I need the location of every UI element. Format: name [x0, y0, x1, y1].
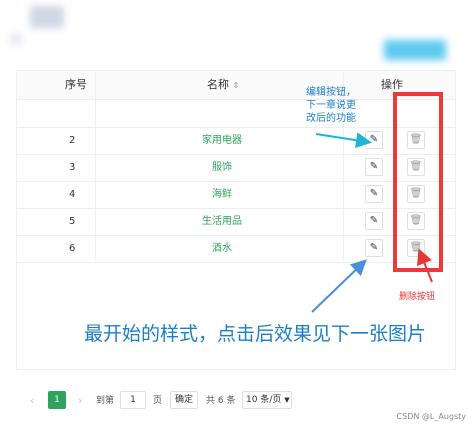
blurred-button	[384, 40, 446, 60]
pencil-icon: ✎	[369, 134, 379, 145]
table-row: 5 生活用品 ✎ 🗑	[17, 208, 455, 236]
pencil-icon: ✎	[369, 161, 379, 172]
row-name: 生活用品	[202, 216, 242, 227]
page-unit: 页	[153, 396, 163, 406]
blurred-logo	[30, 6, 64, 28]
row-name: 海鲜	[212, 189, 232, 200]
sort-icon[interactable]: ⇕	[233, 81, 240, 90]
table-row: 6 酒水 ✎ 🗑	[17, 235, 455, 263]
confirm-button[interactable]: 确定	[170, 391, 198, 409]
header-seq: 序号	[65, 78, 87, 91]
header-name-label: 名称	[207, 78, 229, 91]
row-seq: 4	[69, 189, 76, 200]
edit-button[interactable]: ✎	[365, 239, 383, 257]
row-name	[167, 100, 277, 127]
delete-column-highlight	[393, 92, 443, 272]
current-page[interactable]: 1	[48, 391, 66, 409]
row-name: 酒水	[212, 243, 232, 254]
delete-note: 删除按钮	[399, 292, 436, 302]
table-row	[17, 100, 455, 128]
edit-note: 编辑按钮，下一章说更改后的功能	[306, 87, 356, 124]
prev-page-button[interactable]: ‹	[30, 392, 34, 410]
page-size-label: 10 条/页	[246, 395, 282, 405]
page-size-select[interactable]: 10 条/页 ▼	[242, 391, 292, 409]
row-seq: 5	[69, 216, 76, 227]
blurred-logo-small	[10, 34, 22, 44]
row-name: 家用电器	[202, 135, 242, 146]
table-header: 序号 名称 ⇕ 操作	[17, 71, 455, 100]
row-name: 服饰	[212, 162, 232, 173]
pencil-icon: ✎	[369, 188, 379, 199]
pencil-icon: ✎	[369, 242, 379, 253]
edit-button[interactable]: ✎	[365, 131, 383, 149]
row-seq: 3	[69, 162, 76, 173]
table-row: 4 海鲜 ✎ 🗑	[17, 181, 455, 209]
total-count: 共 6 条	[206, 396, 236, 406]
row-seq: 6	[69, 243, 76, 254]
table-row: 2 家用电器 ✎ 🗑	[17, 127, 455, 155]
table-row: 3 服饰 ✎ 🗑	[17, 154, 455, 182]
chevron-down-icon: ▼	[284, 396, 290, 404]
watermark: CSDN @L_Augsty	[396, 412, 466, 421]
edit-button[interactable]: ✎	[365, 185, 383, 203]
next-page-button[interactable]: ›	[78, 392, 82, 410]
pencil-icon: ✎	[369, 215, 379, 226]
row-seq: 2	[69, 135, 76, 146]
edit-button[interactable]: ✎	[365, 212, 383, 230]
goto-input[interactable]: 1	[120, 391, 146, 409]
edit-button[interactable]: ✎	[365, 158, 383, 176]
goto-label: 到第	[96, 396, 115, 406]
main-note: 最开始的样式，点击后效果见下一张图片	[84, 323, 427, 345]
header-name[interactable]: 名称 ⇕	[207, 71, 239, 99]
